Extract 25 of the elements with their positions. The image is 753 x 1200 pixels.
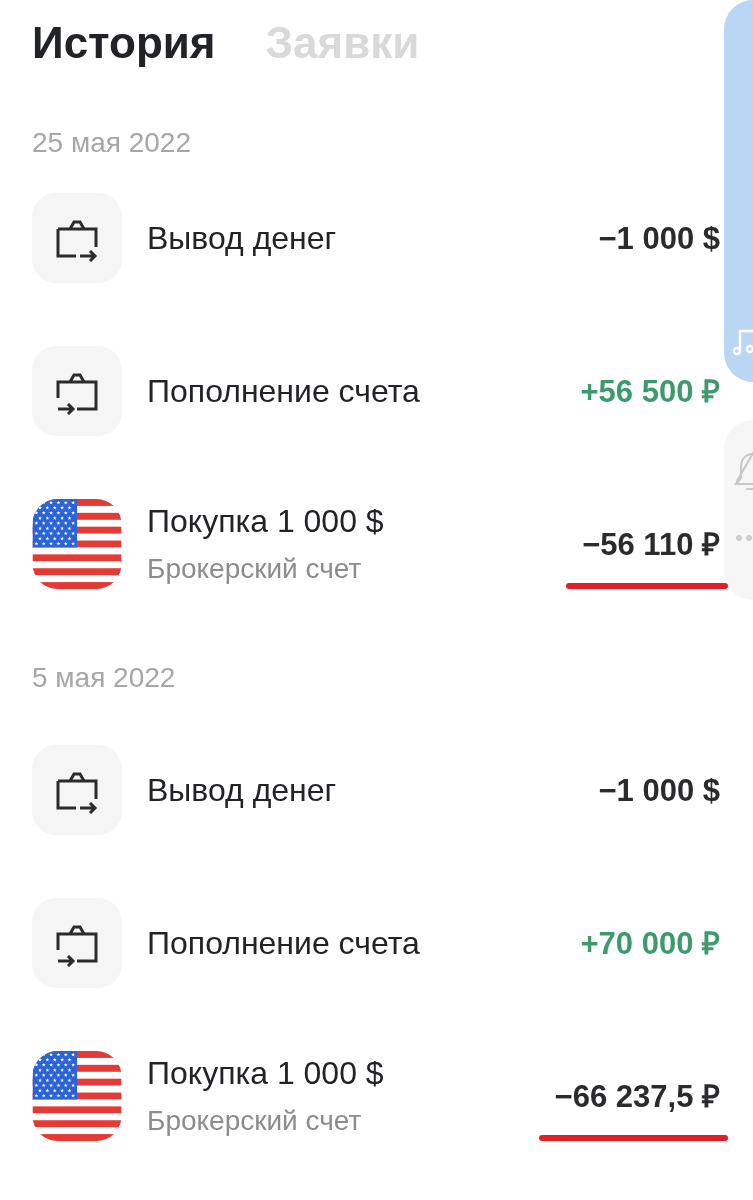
flag-icon [32,1051,122,1141]
amount: −1 000 $ [598,219,720,257]
operation-title: Вывод денег [147,771,337,810]
amount: +56 500 ₽ [580,372,720,410]
amount: +70 000 ₽ [580,924,720,962]
bag-arrow-in-icon [32,898,122,988]
operation-title: Пополнение счета [147,372,420,411]
operation-title: Пополнение счета [147,924,420,963]
operation-title: Покупка 1 000 $ [147,1054,384,1093]
amount: −66 237,5 ₽ [554,1077,720,1115]
date-heading: 25 мая 2022 [32,126,192,160]
music-note-icon[interactable] [733,328,753,356]
more-dots-icon[interactable] [735,534,753,542]
amount: −1 000 $ [598,771,720,809]
operation-title: Вывод денег [147,219,337,258]
bag-arrow-out-icon [32,745,122,835]
operation-title: Покупка 1 000 $ [147,502,384,541]
flag-icon [32,499,122,589]
tab[interactable]: История [32,16,216,69]
date-heading: 5 мая 2022 [32,661,177,695]
bag-arrow-out-icon [32,193,122,283]
amount: −56 110 ₽ [582,525,720,563]
account-name: Брокерский счет [147,1104,363,1138]
account-name: Брокерский счет [147,552,363,586]
bag-arrow-in-icon [32,346,122,436]
